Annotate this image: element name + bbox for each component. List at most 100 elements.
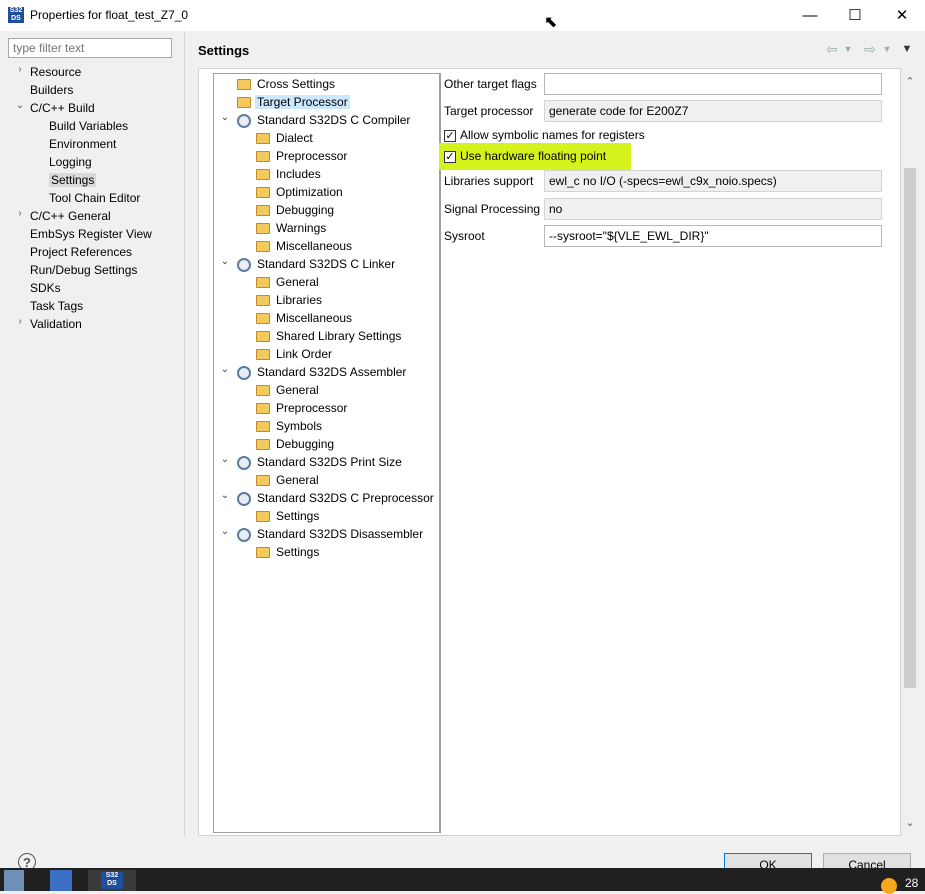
chevron-right-icon[interactable]: › — [15, 316, 25, 327]
tree-item-link-order[interactable]: Link Order — [256, 345, 334, 363]
scroll-down-icon[interactable]: ⌄ — [902, 816, 918, 829]
taskbar-monitor-icon[interactable] — [4, 870, 24, 891]
sidebar-item-logging[interactable]: Logging — [49, 153, 92, 171]
close-button[interactable]: ✕ — [879, 0, 925, 31]
tree-item-debugging[interactable]: Debugging — [256, 435, 336, 453]
tree-item-standard-s32ds-print-size[interactable]: Standard S32DS Print Size — [237, 453, 404, 471]
scroll-up-icon[interactable]: ⌃ — [902, 75, 918, 88]
forward-arrow-icon[interactable]: ⇨ — [861, 40, 879, 58]
sidebar-item-builders[interactable]: Builders — [30, 81, 73, 99]
view-menu-icon[interactable]: ▼ — [898, 40, 916, 58]
maximize-button[interactable]: ☐ — [832, 0, 878, 31]
sysroot-input[interactable] — [544, 225, 882, 247]
sidebar-item-c-c-general[interactable]: C/C++ General — [30, 207, 111, 225]
back-dropdown-icon[interactable]: ▼ — [842, 40, 854, 58]
gear-icon — [237, 113, 251, 128]
tree-item-settings[interactable]: Settings — [256, 507, 321, 525]
folder-icon — [256, 385, 270, 397]
sidebar-item-resource[interactable]: Resource — [30, 63, 81, 81]
sidebar-item-run-debug-settings[interactable]: Run/Debug Settings — [30, 261, 137, 279]
folder-icon — [256, 169, 270, 181]
sidebar-item-label: Validation — [30, 317, 82, 331]
sidebar-item-label: C/C++ General — [30, 209, 111, 223]
other-target-flags-input[interactable] — [544, 73, 882, 95]
sidebar-item-project-references[interactable]: Project References — [30, 243, 132, 261]
chevron-down-icon[interactable]: ⌄ — [220, 526, 230, 537]
signal-processing-select[interactable]: no — [544, 198, 882, 220]
tree-item-preprocessor[interactable]: Preprocessor — [256, 147, 349, 165]
weather-icon[interactable] — [881, 878, 897, 894]
tree-item-symbols[interactable]: Symbols — [256, 417, 324, 435]
back-arrow-icon[interactable]: ⇦ — [823, 40, 841, 58]
tree-item-label: Shared Library Settings — [276, 329, 402, 343]
filter-input[interactable] — [8, 38, 172, 58]
sidebar-item-build-variables[interactable]: Build Variables — [49, 117, 128, 135]
tree-item-includes[interactable]: Includes — [256, 165, 323, 183]
folder-icon — [237, 79, 251, 91]
sidebar-item-label: Project References — [30, 245, 133, 259]
tree-item-settings[interactable]: Settings — [256, 543, 321, 561]
tree-item-debugging[interactable]: Debugging — [256, 201, 336, 219]
sidebar-item-tool-chain-editor[interactable]: Tool Chain Editor — [49, 189, 140, 207]
tree-item-label: General — [276, 275, 319, 289]
chevron-down-icon[interactable]: ⌄ — [220, 454, 230, 465]
checkbox-check-icon[interactable]: ✓ — [444, 129, 456, 142]
tree-item-standard-s32ds-c-preprocessor[interactable]: Standard S32DS C Preprocessor — [237, 489, 436, 507]
gear-icon — [237, 365, 251, 380]
tree-item-shared-library-settings[interactable]: Shared Library Settings — [256, 327, 403, 345]
tree-item-libraries[interactable]: Libraries — [256, 291, 324, 309]
tree-item-standard-s32ds-assembler[interactable]: Standard S32DS Assembler — [237, 363, 408, 381]
tree-item-warnings[interactable]: Warnings — [256, 219, 328, 237]
chevron-down-icon[interactable]: ⌄ — [220, 364, 230, 375]
tree-item-label: Preprocessor — [276, 149, 348, 163]
sidebar-item-environment[interactable]: Environment — [49, 135, 116, 153]
chevron-right-icon[interactable]: › — [15, 64, 25, 75]
chevron-down-icon[interactable]: ⌄ — [220, 256, 230, 267]
forward-dropdown-icon[interactable]: ▼ — [881, 40, 893, 58]
tree-item-general[interactable]: General — [256, 273, 321, 291]
chevron-down-icon[interactable]: ⌄ — [220, 112, 230, 123]
sidebar-item-embsys-register-view[interactable]: EmbSys Register View — [30, 225, 152, 243]
tree-item-miscellaneous[interactable]: Miscellaneous — [256, 309, 354, 327]
chevron-down-icon[interactable]: ⌄ — [220, 490, 230, 501]
other-target-flags-label: Other target flags — [444, 77, 537, 91]
folder-icon — [256, 205, 270, 217]
folder-icon — [256, 349, 270, 361]
use-hardware-floating-point-label: Use hardware floating point — [460, 149, 607, 163]
tree-item-general[interactable]: General — [256, 471, 321, 489]
gear-icon — [237, 257, 251, 272]
sidebar-item-settings[interactable]: Settings — [49, 171, 97, 189]
libraries-support-select[interactable]: ewl_c no I/O (-specs=ewl_c9x_noio.specs) — [544, 170, 882, 192]
tree-item-target-processor[interactable]: Target Processor — [237, 93, 350, 111]
tree-item-label: Cross Settings — [257, 77, 336, 91]
allow-symbolic-names-checkbox[interactable]: ✓ Allow symbolic names for registers — [444, 126, 645, 144]
checkbox-check-icon[interactable]: ✓ — [444, 150, 456, 163]
tree-item-standard-s32ds-c-linker[interactable]: Standard S32DS C Linker — [237, 255, 397, 273]
scrollbar-thumb[interactable] — [904, 168, 916, 688]
chevron-right-icon[interactable]: › — [15, 208, 25, 219]
chevron-down-icon[interactable]: ⌄ — [15, 100, 25, 111]
minimize-button[interactable]: — — [787, 0, 833, 31]
target-processor-select[interactable]: generate code for E200Z7 — [544, 100, 882, 122]
sidebar-item-task-tags[interactable]: Task Tags — [30, 297, 83, 315]
tree-item-standard-s32ds-disassembler[interactable]: Standard S32DS Disassembler — [237, 525, 425, 543]
tree-item-cross-settings[interactable]: Cross Settings — [237, 75, 337, 93]
tree-item-label: Includes — [276, 167, 321, 181]
sidebar-item-label: SDKs — [30, 281, 61, 295]
taskbar-computer-icon[interactable] — [50, 870, 72, 891]
tree-item-standard-s32ds-c-compiler[interactable]: Standard S32DS C Compiler — [237, 111, 412, 129]
folder-icon — [256, 511, 270, 523]
tree-item-miscellaneous[interactable]: Miscellaneous — [256, 237, 354, 255]
use-hardware-floating-point-checkbox[interactable]: ✓ Use hardware floating point — [444, 147, 606, 165]
sidebar-item-sdks[interactable]: SDKs — [30, 279, 61, 297]
tree-item-label: Dialect — [276, 131, 313, 145]
sidebar-item-validation[interactable]: Validation — [30, 315, 82, 333]
tree-item-general[interactable]: General — [256, 381, 321, 399]
panel-divider[interactable] — [184, 31, 185, 836]
sidebar-item-c-c-build[interactable]: C/C++ Build — [30, 99, 95, 117]
taskbar-app-s32ds[interactable]: S32 DS — [88, 870, 136, 891]
tree-item-optimization[interactable]: Optimization — [256, 183, 345, 201]
tree-item-dialect[interactable]: Dialect — [256, 129, 315, 147]
tree-item-preprocessor[interactable]: Preprocessor — [256, 399, 349, 417]
page-header — [185, 31, 925, 67]
